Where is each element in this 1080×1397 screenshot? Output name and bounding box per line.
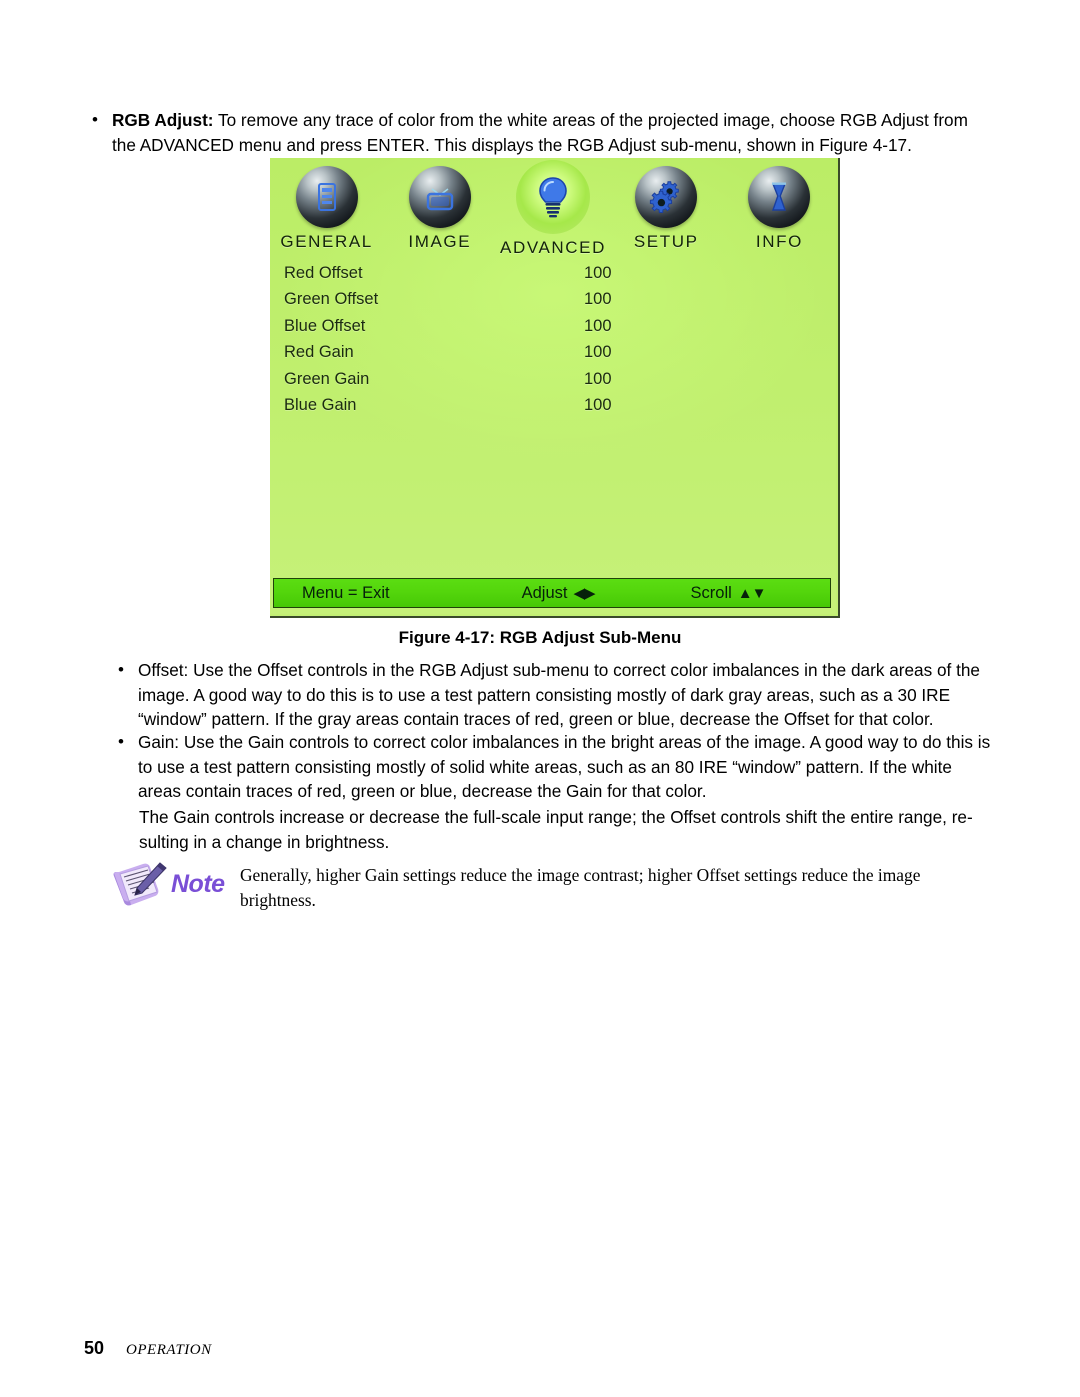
osd-hint-bar: Menu = Exit Adjust ◀▶ Scroll ▲▼ <box>273 578 831 608</box>
page-section-label: OPERATION <box>126 1342 212 1358</box>
page-footer: 50 OPERATION <box>84 1338 212 1359</box>
osd-tab-image[interactable]: IMAGE <box>383 166 496 262</box>
osd-row-value: 100 <box>584 290 612 309</box>
osd-tab-advanced[interactable]: ADVANCED <box>496 160 609 262</box>
intro-body-text: To remove any trace of color from the wh… <box>112 110 968 155</box>
osd-tab-general[interactable]: GENERAL <box>270 166 383 262</box>
osd-hint-scroll-label: Scroll <box>690 583 732 602</box>
osd-settings-list: Red Offset 100 Green Offset 100 Blue Off… <box>270 260 836 419</box>
note-callout: Note Generally, higher Gain settings red… <box>110 862 1000 914</box>
osd-row-green-gain[interactable]: Green Gain 100 <box>270 366 836 393</box>
osd-hint-adjust-label: Adjust <box>521 583 568 602</box>
up-down-arrows-icon: ▲▼ <box>737 584 767 602</box>
osd-row-green-offset[interactable]: Green Offset 100 <box>270 287 836 314</box>
note-text: Generally, higher Gain settings reduce t… <box>240 865 921 910</box>
osd-row-value: 100 <box>584 396 612 415</box>
gain-bullet-text: Gain: Use the Gain controls to correct c… <box>138 732 991 801</box>
osd-row-value: 100 <box>584 369 612 388</box>
osd-row-label: Blue Gain <box>284 396 357 415</box>
rgb-adjust-osd-screenshot: GENERAL IMAGE ADVANCED SETUP INFO Red Of… <box>270 158 840 618</box>
osd-row-value: 100 <box>584 263 612 282</box>
osd-outer-frame: GENERAL IMAGE ADVANCED SETUP INFO Red Of… <box>270 158 840 618</box>
note-label: Note <box>171 870 225 898</box>
osd-tab-setup[interactable]: SETUP <box>610 166 723 262</box>
intro-bullet: • RGB Adjust: To remove any trace of col… <box>84 108 996 157</box>
lightbulb-icon <box>516 160 590 234</box>
television-icon <box>408 166 471 228</box>
range-paragraph: The Gain controls increase or decrease t… <box>139 807 973 852</box>
osd-row-red-offset[interactable]: Red Offset 100 <box>270 260 836 287</box>
osd-tab-setup-label: SETUP <box>633 232 699 251</box>
osd-row-blue-gain[interactable]: Blue Gain 100 <box>270 393 836 420</box>
page-number: 50 <box>84 1338 105 1358</box>
osd-inner-panel: GENERAL IMAGE ADVANCED SETUP INFO Red Of… <box>270 158 836 614</box>
bullet-marker: • <box>118 732 124 751</box>
osd-tab-image-label: IMAGE <box>408 232 472 251</box>
note-badge: Note <box>110 862 240 914</box>
bullet-marker: • <box>92 110 98 129</box>
document-icon <box>295 166 358 228</box>
osd-row-label: Green Gain <box>284 369 370 388</box>
osd-row-value: 100 <box>584 316 612 335</box>
osd-row-red-gain[interactable]: Red Gain 100 <box>270 340 836 367</box>
osd-tab-bar: GENERAL IMAGE ADVANCED SETUP INFO <box>270 160 836 262</box>
osd-row-value: 100 <box>584 343 612 362</box>
osd-tab-general-label: GENERAL <box>280 232 373 251</box>
intro-bullet-text: RGB Adjust: To remove any trace of color… <box>112 108 996 157</box>
osd-hint-exit: Menu = Exit <box>302 583 390 602</box>
left-right-arrows-icon: ◀▶ <box>573 585 595 602</box>
osd-row-label: Red Offset <box>284 263 363 282</box>
bullet-marker: • <box>118 660 124 679</box>
osd-row-label: Blue Offset <box>284 316 366 335</box>
osd-tab-info-label: INFO <box>755 232 803 251</box>
offset-bullet: • Offset: Use the Offset controls in the… <box>110 658 998 732</box>
figure-caption: Figure 4-17: RGB Adjust Sub-Menu <box>398 628 682 647</box>
osd-tab-info[interactable]: INFO <box>723 166 836 262</box>
osd-row-label: Green Offset <box>284 290 379 309</box>
osd-row-label: Red Gain <box>284 343 354 362</box>
osd-tab-advanced-label: ADVANCED <box>500 238 607 257</box>
osd-row-blue-offset[interactable]: Blue Offset 100 <box>270 313 836 340</box>
offset-bullet-text: Offset: Use the Offset controls in the R… <box>138 660 980 729</box>
gain-bullet: • Gain: Use the Gain controls to correct… <box>110 730 998 804</box>
hourglass-icon <box>748 166 811 228</box>
intro-lead-label: RGB Adjust: <box>112 110 214 130</box>
gears-icon <box>635 166 698 228</box>
note-pad-pencil-icon <box>110 862 172 917</box>
